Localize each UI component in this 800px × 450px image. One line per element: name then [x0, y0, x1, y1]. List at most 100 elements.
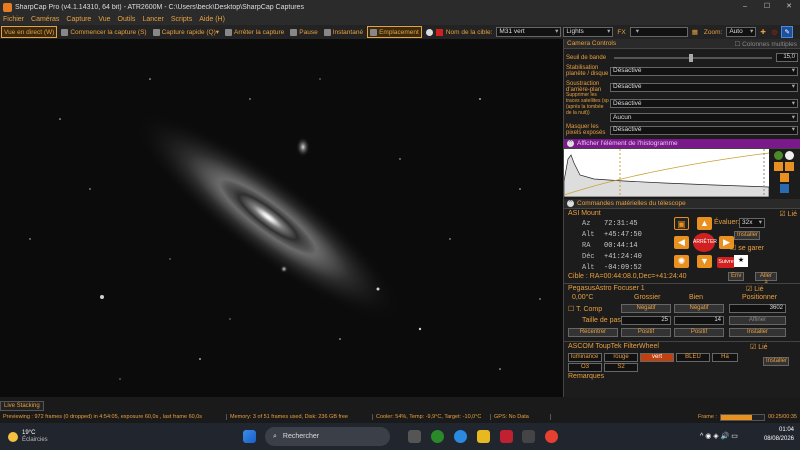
tcomp-checkbox[interactable]: ☐ T. Comp [568, 305, 602, 313]
slider-handle[interactable] [689, 53, 693, 62]
mount-install-button[interactable]: Installer [734, 231, 760, 240]
filter-s2[interactable]: S2 [604, 363, 638, 372]
filterwheel-name: ASCOM ToupTek FilterWheel [568, 343, 659, 350]
recenter-button[interactable]: Recentrer [568, 328, 618, 337]
filter-vert[interactable]: vert [640, 353, 674, 362]
fit-icon[interactable]: ▦ [690, 26, 700, 38]
north-button[interactable]: ▲ [697, 217, 712, 230]
position-input[interactable]: 3602 [729, 304, 786, 313]
eval-select[interactable]: 32x [739, 218, 765, 228]
placement-button[interactable]: Emplacement [367, 26, 422, 38]
filter-luminance[interactable]: luminance [568, 353, 602, 362]
threshold-slider[interactable] [614, 53, 772, 62]
sliders-icon[interactable] [774, 162, 783, 171]
goto-button[interactable]: Aller à [755, 272, 777, 286]
park-checkbox[interactable]: ☐ se garer [730, 244, 764, 252]
coord-alt-value: +45:47:50 [604, 231, 642, 239]
step-coarse-input[interactable]: 25 [621, 316, 671, 325]
negative-coarse-button[interactable]: Négatif [621, 304, 671, 313]
app-icon-2[interactable] [522, 430, 535, 443]
zoom-select[interactable]: Auto [726, 27, 757, 37]
bg-subtraction-select[interactable]: Désactivé [610, 82, 798, 92]
snapshot-button[interactable]: Instantané [322, 26, 365, 38]
settings-icon[interactable] [425, 28, 433, 36]
filter-bleu[interactable]: BLEU [676, 353, 710, 362]
chrome-canary-icon[interactable] [431, 430, 444, 443]
info-icon[interactable] [774, 151, 783, 160]
satellite-mode-select[interactable]: Aucun [610, 113, 798, 122]
reticle-icon[interactable]: ◎ [770, 26, 780, 38]
close-button[interactable]: ✕ [778, 0, 800, 14]
star-icon[interactable]: ★ [734, 255, 748, 267]
tray-icons[interactable]: ^ ◉ ◈ 🔊 ▭ [700, 432, 738, 440]
live-stacking-tab[interactable]: Live Stacking [0, 401, 44, 411]
sharpcap-taskbar-icon[interactable] [500, 430, 513, 443]
edge-icon[interactable] [454, 430, 467, 443]
live-view-button[interactable]: Vue en direct (W) [1, 26, 58, 38]
multi-columns-toggle[interactable]: ☐ Colonnes multiples [734, 40, 797, 48]
save-icon[interactable] [779, 184, 789, 193]
menu-capture[interactable]: Capture [66, 16, 91, 23]
file-explorer-icon[interactable] [477, 430, 490, 443]
telescope-header[interactable]: ^ Commandes matérielles du télescope [564, 199, 800, 209]
positive-coarse-button[interactable]: Positif [621, 328, 671, 337]
lock-icon[interactable] [785, 162, 794, 171]
fx-select[interactable] [629, 27, 688, 37]
threshold-value[interactable]: 15,0 [776, 53, 798, 62]
pause-button[interactable]: Pause [288, 26, 319, 38]
tracking-icon[interactable]: ✺ [674, 255, 689, 268]
stabilization-select[interactable]: Désactivé [610, 66, 798, 76]
follow-button[interactable]: Suivre [717, 257, 735, 268]
filterwheel-install-button[interactable]: Installer [763, 357, 789, 366]
menu-lancer[interactable]: Lancer [142, 16, 163, 23]
weather-widget[interactable]: 19°C Éclaircies [0, 430, 120, 444]
target-select[interactable]: M31 vert [496, 27, 562, 37]
menu-outils[interactable]: Outils [118, 16, 136, 23]
west-button[interactable]: ◀ [674, 236, 689, 249]
start-capture-button[interactable]: Commencer la capture (S) [59, 26, 148, 38]
crosshair-icon[interactable]: ✚ [758, 26, 767, 38]
focuser-install-button[interactable]: Installer [729, 328, 786, 337]
clock[interactable]: 01:04 08/08/2026 [764, 426, 794, 444]
windows-start-icon[interactable] [243, 430, 256, 443]
frame-icon[interactable]: ▣ [674, 217, 689, 230]
stop-capture-button[interactable]: Arrêter la capture [223, 26, 286, 38]
refine-button[interactable]: Affiner [729, 316, 786, 325]
satellite-select[interactable]: Désactivé [610, 99, 798, 108]
hot-pixels-select[interactable]: Désactivé [610, 125, 798, 135]
menu-fichier[interactable]: Fichier [3, 16, 24, 23]
maximize-button[interactable]: ☐ [756, 0, 778, 14]
pin-icon[interactable]: ✎ [781, 26, 793, 38]
filter-rouge[interactable]: rouge [604, 353, 638, 362]
stop-mount-button[interactable]: ARRÊTER [693, 233, 717, 252]
collapse-icon-2[interactable]: ^ [567, 200, 574, 207]
menu-scripts[interactable]: Scripts [171, 16, 192, 23]
reset-icon[interactable] [779, 173, 789, 182]
filter-o3[interactable]: O3 [568, 363, 602, 372]
filterwheel-linked-checkbox[interactable]: ☑ Lié [750, 343, 768, 351]
coord-az-label: Az [582, 220, 591, 228]
positive-fine-button[interactable]: Positif [674, 328, 724, 337]
filter-ha[interactable]: Ha [712, 353, 738, 362]
collapse-icon[interactable]: ^ [567, 140, 574, 147]
menu-vue[interactable]: Vue [98, 16, 110, 23]
mount-linked-checkbox[interactable]: ☑ Lié [779, 210, 797, 218]
step-fine-input[interactable]: 14 [674, 316, 724, 325]
menu-aide[interactable]: Aide (H) [199, 16, 225, 23]
task-view-icon[interactable] [408, 430, 421, 443]
histogram-header[interactable]: ^ Afficher l'élément de l'histogramme [564, 139, 800, 149]
negative-fine-button[interactable]: Négatif [674, 304, 724, 313]
histogram-chart[interactable] [564, 149, 769, 197]
taskbar-search[interactable]: ⌕ Rechercher [265, 427, 390, 446]
south-button[interactable]: ▼ [697, 255, 712, 268]
quick-capture-button[interactable]: Capture rapide (Q) ▾ [151, 26, 221, 38]
focuser-linked-checkbox[interactable]: ☑ Lié [746, 285, 764, 293]
env-button[interactable]: Env [728, 272, 744, 281]
contrast-icon[interactable] [785, 151, 794, 160]
menu-cameras[interactable]: Caméras [31, 16, 59, 23]
image-viewer[interactable] [0, 39, 563, 397]
camera-controls-header[interactable]: Camera Controls ☐ Colonnes multiples [564, 39, 800, 49]
frame-type-select[interactable]: Lights [563, 27, 614, 37]
minimize-button[interactable]: – [734, 0, 756, 14]
chrome-icon[interactable] [545, 430, 558, 443]
